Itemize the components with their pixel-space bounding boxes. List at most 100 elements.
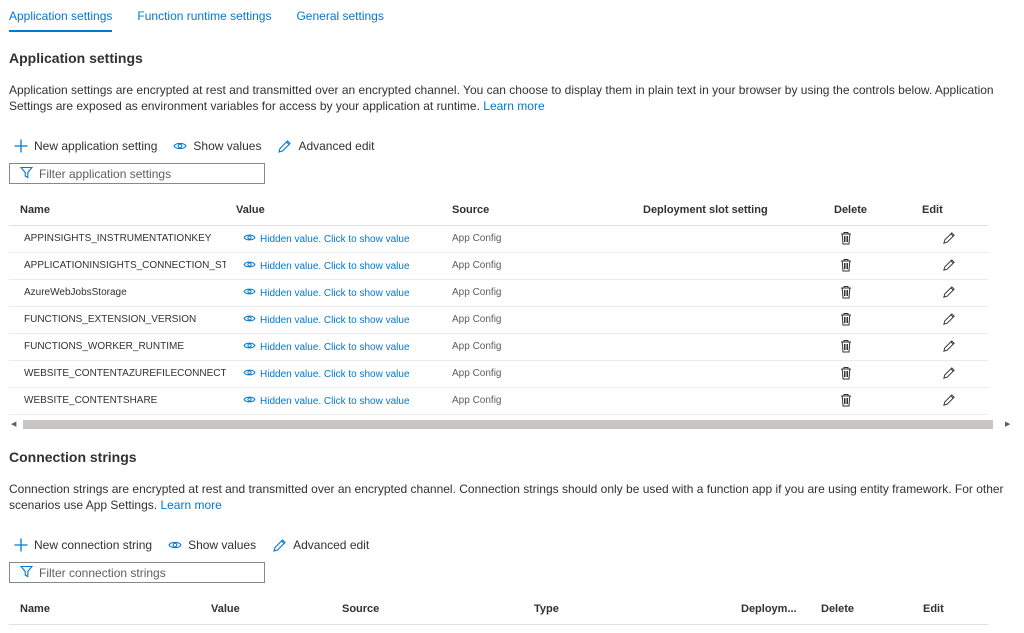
- connection-strings-description-text: Connection strings are encrypted at rest…: [9, 482, 1004, 512]
- table-row: FUNCTIONS_EXTENSION_VERSION Hidden value.…: [9, 307, 988, 334]
- advanced-edit-button[interactable]: Advanced edit: [272, 538, 369, 553]
- new-connection-string-label: New connection string: [34, 538, 153, 552]
- eye-icon: [243, 341, 256, 353]
- show-values-button[interactable]: Show values: [168, 538, 256, 552]
- setting-name: APPLICATIONINSIGHTS_CONNECTION_STRIN: [24, 260, 226, 271]
- tab-general-settings[interactable]: General settings: [296, 0, 383, 32]
- filter-icon: [19, 565, 34, 581]
- show-values-label: Show values: [193, 139, 262, 153]
- pencil-icon[interactable]: [942, 393, 956, 410]
- column-header-source[interactable]: Source: [452, 204, 489, 216]
- advanced-edit-label: Advanced edit: [293, 538, 370, 552]
- setting-source: App Config: [452, 314, 502, 325]
- filter-application-settings-input[interactable]: [39, 166, 259, 181]
- table-row: AzureWebJobsStorage Hidden value. Click t…: [9, 280, 988, 307]
- advanced-edit-button[interactable]: Advanced edit: [277, 139, 375, 154]
- app-settings-description: Application settings are encrypted at re…: [9, 82, 1009, 114]
- setting-source: App Config: [452, 260, 502, 271]
- column-header-source[interactable]: Source: [342, 603, 379, 615]
- horizontal-scrollbar[interactable]: ◀ ▶: [9, 418, 1017, 431]
- trash-icon[interactable]: [840, 366, 852, 383]
- pencil-icon[interactable]: [942, 258, 956, 275]
- trash-icon[interactable]: [840, 231, 852, 248]
- connection-strings-filter[interactable]: [9, 562, 265, 583]
- app-settings-grid-header: Name Value Source Deployment slot settin…: [9, 198, 988, 226]
- settings-tabs: Application settings Function runtime se…: [9, 0, 409, 32]
- pencil-icon: [277, 139, 292, 154]
- pencil-icon[interactable]: [942, 231, 956, 248]
- eye-icon: [243, 233, 256, 245]
- new-connection-string-button[interactable]: New connection string: [14, 538, 152, 552]
- pencil-icon[interactable]: [942, 285, 956, 302]
- app-settings-title: Application settings: [9, 50, 143, 66]
- connection-strings-description: Connection strings are encrypted at rest…: [9, 481, 1009, 513]
- hidden-value-link[interactable]: Hidden value. Click to show value: [243, 395, 410, 407]
- scrollbar-thumb[interactable]: [23, 420, 993, 429]
- eye-icon: [243, 260, 256, 272]
- table-row: APPINSIGHTS_INSTRUMENTATIONKEY Hidden val…: [9, 226, 988, 253]
- tab-application-settings[interactable]: Application settings: [9, 0, 113, 32]
- connection-strings-title: Connection strings: [9, 449, 137, 465]
- hidden-value-link[interactable]: Hidden value. Click to show value: [243, 314, 410, 326]
- connection-strings-learn-more-link[interactable]: Learn more: [160, 498, 221, 512]
- advanced-edit-label: Advanced edit: [298, 139, 375, 153]
- plus-icon: [14, 139, 28, 153]
- trash-icon[interactable]: [840, 258, 852, 275]
- eye-icon: [173, 141, 188, 151]
- hidden-value-text: Hidden value. Click to show value: [260, 341, 410, 353]
- table-row: APPLICATIONINSIGHTS_CONNECTION_STRIN Hidd…: [9, 253, 988, 280]
- eye-icon: [243, 395, 256, 407]
- setting-source: App Config: [452, 368, 502, 379]
- column-header-edit: Edit: [923, 603, 944, 615]
- connection-strings-toolbar: New connection string Show values Advanc…: [14, 535, 369, 555]
- column-header-name[interactable]: Name: [20, 204, 50, 216]
- setting-name: APPINSIGHTS_INSTRUMENTATIONKEY: [24, 233, 212, 244]
- eye-icon: [243, 368, 256, 380]
- app-settings-filter[interactable]: [9, 163, 265, 184]
- hidden-value-text: Hidden value. Click to show value: [260, 314, 410, 326]
- column-header-edit: Edit: [922, 204, 943, 216]
- column-header-value[interactable]: Value: [236, 204, 265, 216]
- eye-icon: [243, 314, 256, 326]
- hidden-value-link[interactable]: Hidden value. Click to show value: [243, 260, 410, 272]
- hidden-value-link[interactable]: Hidden value. Click to show value: [243, 368, 410, 380]
- setting-name: AzureWebJobsStorage: [24, 287, 127, 298]
- hidden-value-link[interactable]: Hidden value. Click to show value: [243, 287, 410, 299]
- filter-connection-strings-input[interactable]: [39, 565, 259, 580]
- trash-icon[interactable]: [840, 339, 852, 356]
- new-application-setting-button[interactable]: New application setting: [14, 139, 157, 153]
- app-settings-toolbar: New application setting Show values Adva…: [14, 136, 375, 156]
- show-values-button[interactable]: Show values: [173, 139, 261, 153]
- pencil-icon[interactable]: [942, 366, 956, 383]
- new-application-setting-label: New application setting: [34, 139, 158, 153]
- tab-function-runtime-settings[interactable]: Function runtime settings: [137, 0, 271, 32]
- plus-icon: [14, 538, 28, 552]
- setting-source: App Config: [452, 395, 502, 406]
- hidden-value-link[interactable]: Hidden value. Click to show value: [243, 341, 410, 353]
- setting-source: App Config: [452, 341, 502, 352]
- setting-name: FUNCTIONS_WORKER_RUNTIME: [24, 341, 185, 352]
- trash-icon[interactable]: [840, 393, 852, 410]
- app-settings-learn-more-link[interactable]: Learn more: [483, 99, 544, 113]
- pencil-icon[interactable]: [942, 339, 956, 356]
- eye-icon: [243, 287, 256, 299]
- table-row: WEBSITE_CONTENTAZUREFILECONNECTION: Hidde…: [9, 361, 988, 388]
- scroll-right-icon[interactable]: ▶: [1005, 418, 1010, 431]
- column-header-value[interactable]: Value: [211, 603, 240, 615]
- hidden-value-link[interactable]: Hidden value. Click to show value: [243, 233, 410, 245]
- column-header-delete: Delete: [821, 603, 855, 615]
- column-header-deployment-slot[interactable]: Deploym...: [741, 603, 797, 615]
- hidden-value-text: Hidden value. Click to show value: [260, 260, 410, 272]
- eye-icon: [168, 540, 182, 550]
- column-header-deployment-slot[interactable]: Deployment slot setting: [643, 204, 768, 216]
- trash-icon[interactable]: [840, 285, 852, 302]
- hidden-value-text: Hidden value. Click to show value: [260, 368, 410, 380]
- pencil-icon[interactable]: [942, 312, 956, 329]
- setting-name: WEBSITE_CONTENTSHARE: [24, 395, 158, 406]
- column-header-type[interactable]: Type: [534, 603, 559, 615]
- trash-icon[interactable]: [840, 312, 852, 329]
- hidden-value-text: Hidden value. Click to show value: [260, 395, 410, 407]
- table-row: WEBSITE_CONTENTSHARE Hidden value. Click …: [9, 388, 988, 415]
- column-header-name[interactable]: Name: [20, 603, 50, 615]
- scroll-left-icon[interactable]: ◀: [11, 418, 16, 431]
